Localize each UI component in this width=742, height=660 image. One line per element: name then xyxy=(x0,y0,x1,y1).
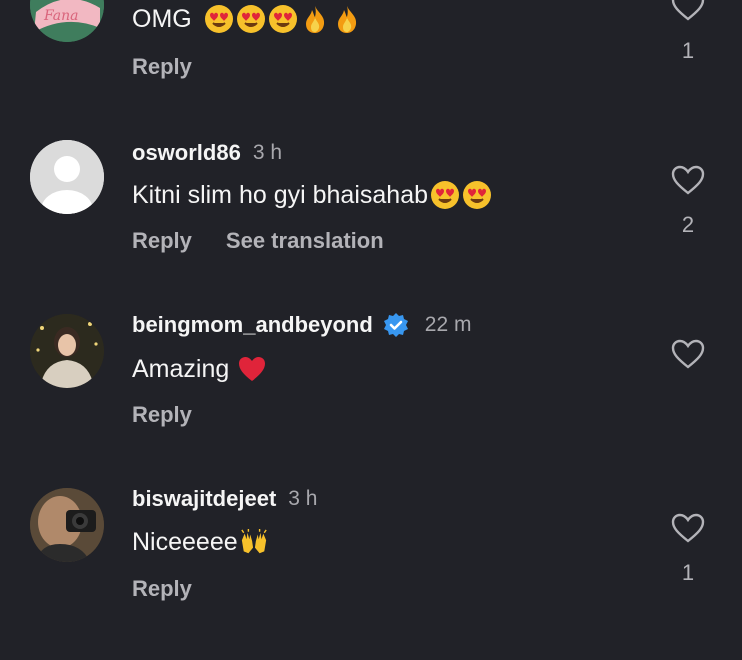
see-translation-button[interactable]: See translation xyxy=(226,228,384,254)
timestamp: 3 h xyxy=(288,487,318,510)
comment-item: Fana OMG Reply 1 xyxy=(0,0,742,134)
reply-button[interactable]: Reply xyxy=(132,576,192,602)
reply-button[interactable]: Reply xyxy=(132,402,192,428)
like-count: 1 xyxy=(681,560,695,585)
timestamp: 22 m xyxy=(424,313,472,336)
username[interactable]: biswajitdejeet xyxy=(132,486,276,512)
comment-item: biswajitdejeet 3 h Niceeeee Reply 1 xyxy=(0,486,742,660)
reply-button[interactable]: Reply xyxy=(132,228,192,254)
heart-outline-icon[interactable] xyxy=(670,512,706,544)
comment-text: Niceeeee xyxy=(132,528,238,556)
camera-man-avatar-image xyxy=(30,488,104,562)
comment-text: Amazing xyxy=(132,354,230,383)
avatar[interactable]: Fana xyxy=(30,0,104,42)
raising-hands-emoji-icon xyxy=(240,528,267,553)
red-heart-emoji-icon xyxy=(239,357,266,381)
heart-eyes-emoji-icon xyxy=(463,181,491,209)
fire-emoji-icon xyxy=(305,6,324,33)
heart-outline-icon[interactable] xyxy=(670,338,706,370)
avatar[interactable] xyxy=(30,314,104,388)
like-count: 2 xyxy=(681,212,695,237)
pink-logo-avatar-image: Fana xyxy=(30,0,104,42)
woman-photo-avatar-image xyxy=(30,314,104,388)
reply-button[interactable]: Reply xyxy=(132,54,192,80)
svg-text:Fana: Fana xyxy=(43,8,78,24)
comment-text: OMG xyxy=(132,4,192,33)
comment-text: Kitni slim ho gyi bhaisahab xyxy=(132,180,428,209)
heart-eyes-emoji-icon xyxy=(236,5,265,33)
heart-eyes-emoji-icon xyxy=(268,5,297,33)
default-avatar-icon xyxy=(30,140,104,214)
username[interactable]: beingmom_andbeyond xyxy=(132,312,373,338)
verified-badge-icon xyxy=(383,313,408,337)
timestamp: 3 h xyxy=(252,141,283,164)
avatar[interactable] xyxy=(30,140,104,214)
heart-eyes-emoji-icon xyxy=(204,5,233,33)
like-count: 1 xyxy=(681,38,695,63)
heart-outline-icon[interactable] xyxy=(670,0,706,22)
comment-item: beingmom_andbeyond 22 m Amazing Reply xyxy=(0,312,742,486)
fire-emoji-icon xyxy=(337,6,356,33)
username[interactable]: osworld86 xyxy=(132,140,241,166)
heart-eyes-emoji-icon xyxy=(431,181,459,209)
heart-outline-icon[interactable] xyxy=(670,164,706,196)
comment-item: osworld86 3 h Kitni slim ho gyi bhaisaha… xyxy=(0,138,742,312)
avatar[interactable] xyxy=(30,488,104,562)
